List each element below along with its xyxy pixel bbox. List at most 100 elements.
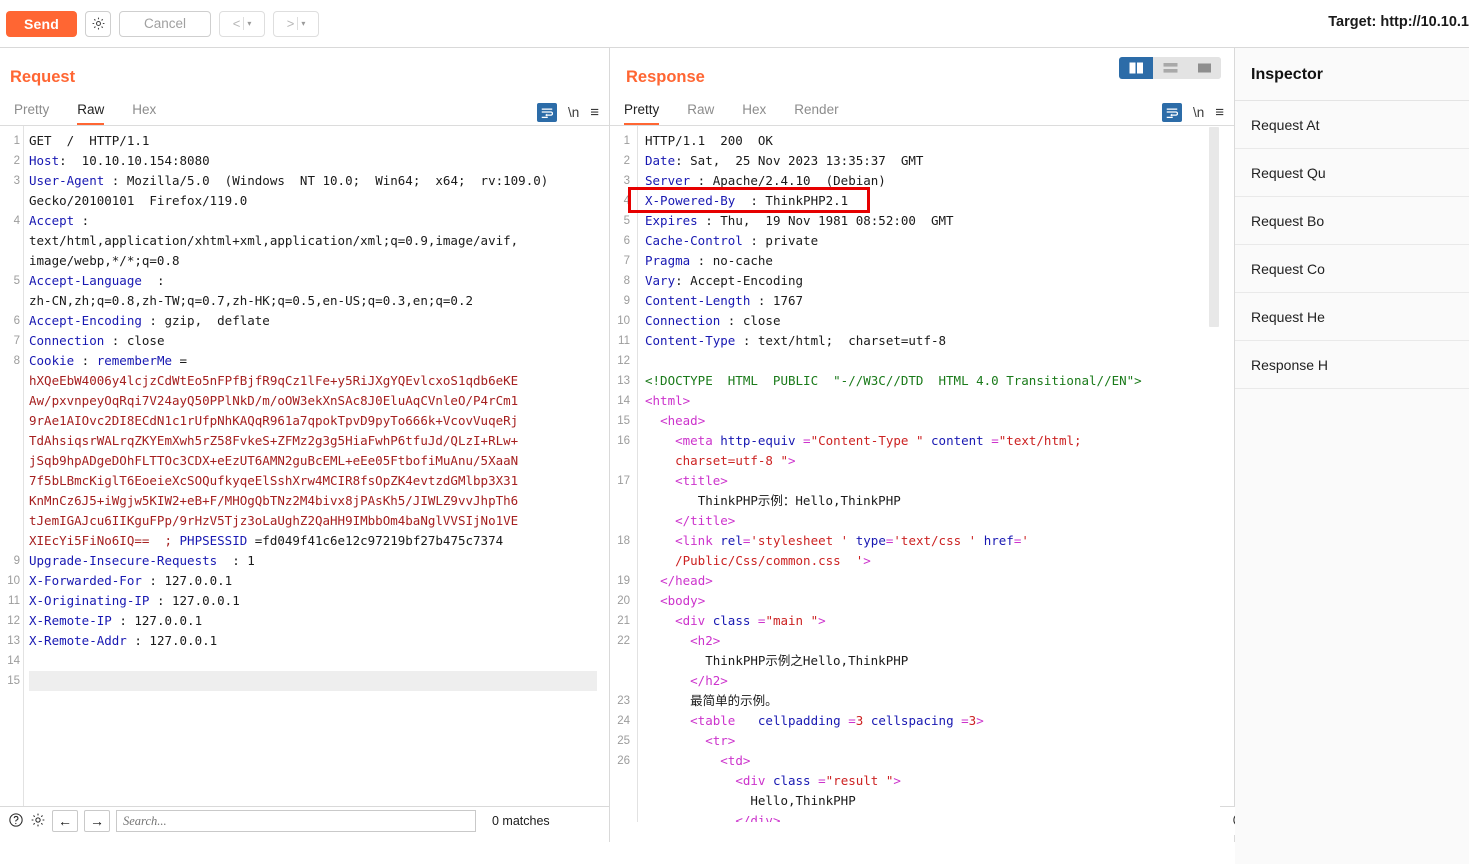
word-wrap-button[interactable]	[1161, 103, 1182, 122]
code-line[interactable]: Server : Apache/2.4.10 (Debian)	[645, 171, 1225, 191]
code-line[interactable]: Gecko/20100101 Firefox/119.0	[29, 191, 597, 211]
code-line[interactable]: Hello,ThinkPHP	[645, 791, 1225, 811]
code-line[interactable]: 9rAe1AIOvc2DI8ECdN1c1rUfpNhKAQqR961a7qpo…	[29, 411, 597, 431]
inspector-item[interactable]: Response H	[1235, 341, 1469, 388]
tab-pretty[interactable]: Pretty	[14, 103, 49, 125]
code-line[interactable]: </h2>	[645, 671, 1225, 691]
code-line[interactable]	[645, 351, 1225, 371]
tab-render[interactable]: Render	[794, 103, 838, 125]
code-line[interactable]: Accept :	[29, 211, 597, 231]
inspector-item[interactable]: Request He	[1235, 293, 1469, 340]
code-line[interactable]: Date: Sat, 25 Nov 2023 13:35:37 GMT	[645, 151, 1225, 171]
code-line[interactable]: charset=utf-8 ">	[645, 451, 1225, 471]
code-line[interactable]: <div class ="main ">	[645, 611, 1225, 631]
code-line[interactable]: /Public/Css/common.css '>	[645, 551, 1225, 571]
code-line[interactable]: X-Remote-IP : 127.0.0.1	[29, 611, 597, 631]
response-code[interactable]: HTTP/1.1 200 OK Date: Sat, 25 Nov 2023 13…	[645, 131, 1225, 822]
code-line[interactable]: X-Originating-IP : 127.0.0.1	[29, 591, 597, 611]
code-line[interactable]: HTTP/1.1 200 OK	[645, 131, 1225, 151]
code-line[interactable]: Accept-Encoding : gzip, deflate	[29, 311, 597, 331]
code-line[interactable]: </head>	[645, 571, 1225, 591]
search-next-button[interactable]: →	[84, 810, 110, 832]
gear-icon[interactable]	[30, 812, 46, 831]
show-newlines-button[interactable]: \n	[1193, 105, 1204, 120]
code-line[interactable]: <!DOCTYPE HTML PUBLIC "-//W3C//DTD HTML …	[645, 371, 1225, 391]
code-line[interactable]: ThinkPHP示例：Hello,ThinkPHP	[645, 491, 1225, 511]
code-line[interactable]	[29, 651, 597, 671]
code-line[interactable]: <div class ="result ">	[645, 771, 1225, 791]
tab-hex[interactable]: Hex	[742, 103, 766, 125]
tab-pretty[interactable]: Pretty	[624, 103, 660, 125]
code-line[interactable]: <title>	[645, 471, 1225, 491]
code-line[interactable]: GET / HTTP/1.1	[29, 131, 597, 151]
code-line[interactable]: Aw/pxvnpeyOqRqi7V24ayQ50PPlNkD/m/oOW3ekX…	[29, 391, 597, 411]
tab-raw[interactable]: Raw	[77, 103, 105, 125]
code-line[interactable]: Expires : Thu, 19 Nov 1981 08:52:00 GMT	[645, 211, 1225, 231]
code-line[interactable]: Vary: Accept-Encoding	[645, 271, 1225, 291]
code-line[interactable]: text/html,application/xhtml+xml,applicat…	[29, 231, 597, 251]
code-line[interactable]	[29, 671, 597, 691]
code-line[interactable]: <h2>	[645, 631, 1225, 651]
code-line[interactable]: Accept-Language :	[29, 271, 597, 291]
inspector-item[interactable]: Request Qu	[1235, 149, 1469, 196]
show-newlines-button[interactable]: \n	[568, 105, 579, 120]
code-line[interactable]: Content-Length : 1767	[645, 291, 1225, 311]
code-line[interactable]: KnMnCz6J5+iWgjw5KIW2+eB+F/MHOgQbTNz2M4bi…	[29, 491, 597, 511]
code-line[interactable]: 最简单的示例。	[645, 691, 1225, 711]
code-line[interactable]: hXQeEbW4006y4lcjzCdWtEo5nFPfBjfR9qCz1lFe…	[29, 371, 597, 391]
code-line[interactable]: image/webp,*/*;q=0.8	[29, 251, 597, 271]
code-line[interactable]: X-Forwarded-For : 127.0.0.1	[29, 571, 597, 591]
forward-history-button[interactable]: > ▾	[273, 10, 320, 37]
layout-single-pane-button[interactable]	[1187, 57, 1221, 79]
code-line[interactable]: <td>	[645, 751, 1225, 771]
tab-raw[interactable]: Raw	[687, 103, 714, 125]
code-line[interactable]: Cache-Control : private	[645, 231, 1225, 251]
request-search-input[interactable]	[116, 810, 476, 832]
editor-menu-button[interactable]: ≡	[590, 105, 599, 120]
code-line[interactable]: User-Agent : Mozilla/5.0 (Windows NT 10.…	[29, 171, 597, 191]
code-line[interactable]: <head>	[645, 411, 1225, 431]
code-line[interactable]: </title>	[645, 511, 1225, 531]
code-line[interactable]: <meta http-equiv ="Content-Type " conten…	[645, 431, 1225, 451]
settings-gear-button[interactable]	[85, 10, 112, 37]
code-line[interactable]: X-Remote-Addr : 127.0.0.1	[29, 631, 597, 651]
response-editor[interactable]: 1 2 3 4 5 6 7 8 9 10 11 12 13 14 15 16 17 18 19 20 21 22 23 24 2…	[610, 126, 1234, 822]
send-button[interactable]: Send	[6, 10, 78, 37]
response-scrollbar-thumb[interactable]	[1209, 127, 1219, 327]
layout-split-vertical-button[interactable]	[1119, 57, 1153, 79]
code-line[interactable]: jSqb9hpADgeDOhFLTTOc3CDX+eEzUT6AMN2guBcE…	[29, 451, 597, 471]
cancel-button[interactable]: Cancel	[119, 10, 212, 37]
code-line[interactable]: <html>	[645, 391, 1225, 411]
code-line[interactable]: zh-CN,zh;q=0.8,zh-TW;q=0.7,zh-HK;q=0.5,e…	[29, 291, 597, 311]
search-prev-button[interactable]: ←	[52, 810, 78, 832]
request-code[interactable]: GET / HTTP/1.1 Host: 10.10.10.154:8080 Use…	[29, 131, 597, 691]
inspector-item[interactable]: Request Bo	[1235, 197, 1469, 244]
code-line[interactable]: Cookie : rememberMe =	[29, 351, 597, 371]
help-icon[interactable]	[8, 812, 24, 831]
code-line[interactable]: Pragma : no-cache	[645, 251, 1225, 271]
code-line[interactable]: <tr>	[645, 731, 1225, 751]
code-line[interactable]: Content-Type : text/html; charset=utf-8	[645, 331, 1225, 351]
back-history-button[interactable]: < ▾	[219, 10, 266, 37]
code-line[interactable]: Connection : close	[29, 331, 597, 351]
word-wrap-button[interactable]	[536, 103, 557, 122]
code-line[interactable]: Upgrade-Insecure-Requests : 1	[29, 551, 597, 571]
code-line[interactable]: XIEcYi5FiNo6IQ== ; PHPSESSID =fd049f41c6…	[29, 531, 597, 551]
code-line[interactable]: <body>	[645, 591, 1225, 611]
editor-menu-button[interactable]: ≡	[1215, 105, 1224, 120]
code-line[interactable]: TdAhsiqsrWALrqZKYEmXwh5rZ58FvkeS+ZFMz2g3…	[29, 431, 597, 451]
code-line[interactable]: </div>	[645, 811, 1225, 822]
layout-split-horizontal-button[interactable]	[1153, 57, 1187, 79]
code-line[interactable]: Host: 10.10.10.154:8080	[29, 151, 597, 171]
inspector-item[interactable]: Request Co	[1235, 245, 1469, 292]
code-line[interactable]: X-Powered-By : ThinkPHP2.1	[645, 191, 1225, 211]
code-line[interactable]: 7f5bLBmcKiglT6EoeieXcSOQufkyqeElSshXrw4M…	[29, 471, 597, 491]
code-line[interactable]: ThinkPHP示例之Hello,ThinkPHP	[645, 651, 1225, 671]
tab-hex[interactable]: Hex	[132, 103, 156, 125]
code-line[interactable]: Connection : close	[645, 311, 1225, 331]
code-line[interactable]: tJemIGAJcu6IIKguFPp/9rHzV5Tjz3oLaUghZ2Qa…	[29, 511, 597, 531]
inspector-item[interactable]: Request At	[1235, 101, 1469, 148]
code-line[interactable]: <link rel='stylesheet ' type='text/css '…	[645, 531, 1225, 551]
code-line[interactable]: <table cellpadding =3 cellspacing =3>	[645, 711, 1225, 731]
request-editor[interactable]: 1 2 3 4 5 6 7 8 9 10 11 12 13 14 15 GET / HTTP/1.1 Host…	[0, 126, 609, 832]
